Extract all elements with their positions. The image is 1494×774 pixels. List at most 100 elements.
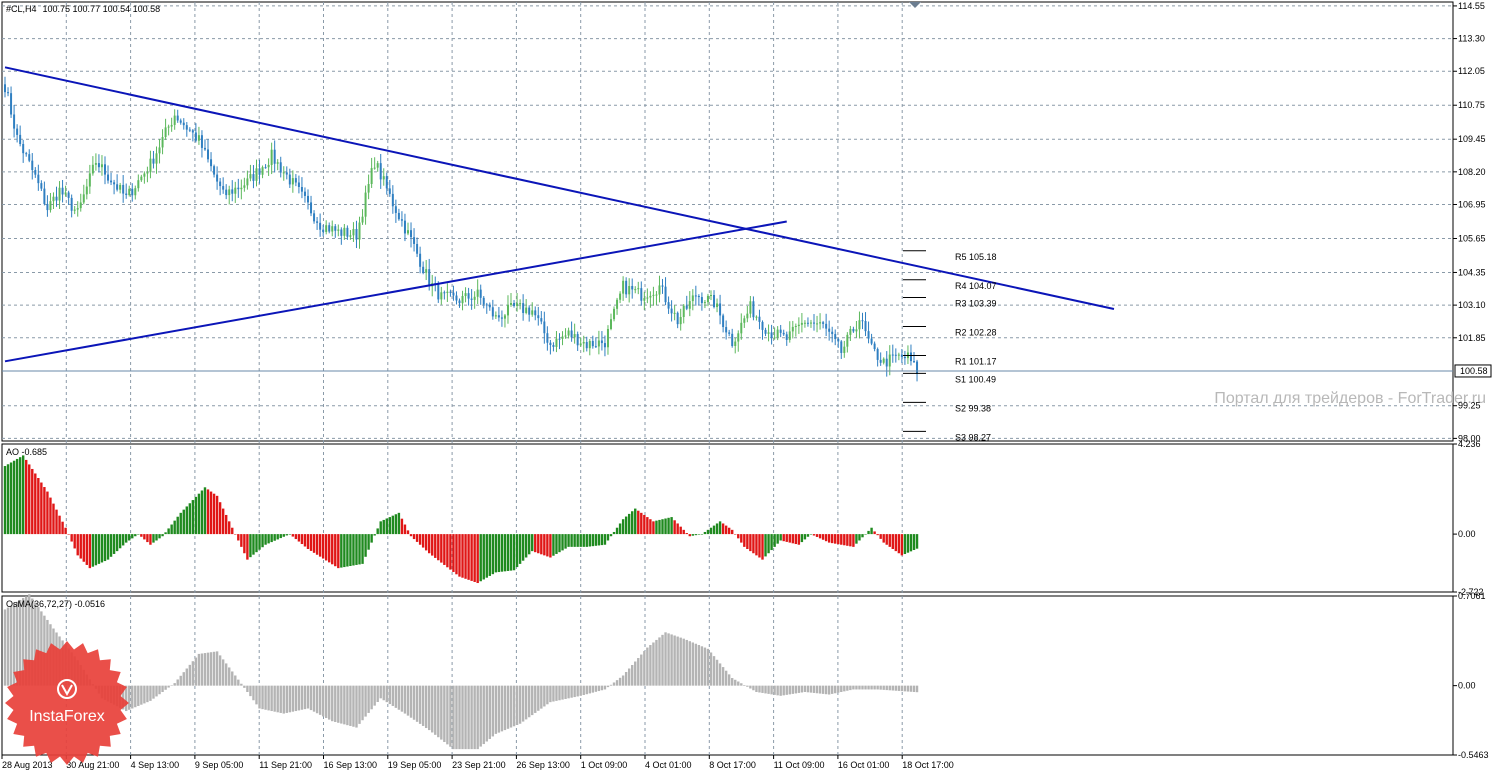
candle-body bbox=[870, 338, 873, 344]
ao-bar bbox=[228, 521, 231, 535]
candle bbox=[513, 300, 516, 308]
ao-bar bbox=[125, 534, 128, 543]
candle-body bbox=[709, 295, 712, 297]
osma-bar bbox=[267, 685, 270, 711]
candle-body bbox=[352, 228, 355, 236]
osma-bar bbox=[876, 685, 879, 690]
candle-body bbox=[552, 345, 555, 347]
osma-bar bbox=[670, 634, 673, 686]
candle bbox=[97, 154, 100, 173]
candle bbox=[461, 290, 464, 311]
candle bbox=[664, 277, 667, 306]
candle-body bbox=[219, 181, 222, 187]
osma-bar bbox=[818, 685, 822, 694]
candle-body bbox=[385, 176, 388, 189]
candle bbox=[146, 166, 149, 183]
ao-bar bbox=[909, 534, 913, 552]
osma-bar bbox=[200, 653, 204, 686]
candle-body bbox=[167, 126, 170, 128]
candle bbox=[661, 278, 664, 294]
candle-body bbox=[361, 216, 364, 223]
osma-bar bbox=[412, 685, 416, 720]
ao-panel bbox=[3, 455, 919, 584]
candle bbox=[343, 224, 346, 240]
candle-body bbox=[816, 323, 819, 325]
candle bbox=[488, 302, 491, 311]
candle bbox=[379, 154, 382, 189]
overlay: #CL,H4 100.75 100.77 100.54 100.58 AO -0.… bbox=[6, 4, 1486, 609]
osma-bar bbox=[194, 657, 198, 686]
osma-bar bbox=[682, 638, 685, 686]
time-tick-label: 18 Oct 17:00 bbox=[902, 760, 954, 770]
ao-bar bbox=[703, 531, 707, 535]
ao-bar bbox=[609, 534, 613, 537]
ao-bar bbox=[115, 534, 119, 552]
candle bbox=[494, 311, 497, 320]
candle bbox=[79, 193, 82, 212]
candle-body bbox=[455, 295, 458, 301]
ao-bar bbox=[788, 534, 791, 543]
candle bbox=[909, 344, 912, 366]
osma-bar bbox=[606, 685, 610, 688]
candle bbox=[643, 291, 646, 311]
osma-bar bbox=[391, 685, 395, 706]
candle-body bbox=[97, 163, 100, 168]
osma-bar bbox=[685, 639, 688, 686]
candle-body bbox=[425, 269, 428, 273]
candle bbox=[285, 166, 288, 180]
osma-bar bbox=[634, 661, 637, 686]
osma-bar bbox=[270, 685, 273, 712]
ao-bar bbox=[449, 534, 452, 570]
candle bbox=[191, 128, 194, 142]
candle-body bbox=[237, 187, 240, 190]
osma-bar bbox=[400, 685, 404, 712]
candle-body bbox=[76, 208, 79, 210]
osma-bar bbox=[588, 685, 591, 694]
ao-bar bbox=[724, 525, 728, 535]
candle bbox=[828, 320, 831, 341]
osma-bar bbox=[546, 685, 549, 705]
candle-body bbox=[706, 295, 709, 303]
candle-body bbox=[597, 340, 600, 347]
candle-body bbox=[885, 358, 888, 367]
ao-bar bbox=[664, 518, 667, 535]
candle-body bbox=[543, 321, 546, 334]
ao-bar bbox=[773, 534, 776, 547]
candle bbox=[822, 320, 825, 329]
candle-body bbox=[270, 149, 273, 165]
ao-bar bbox=[321, 534, 325, 559]
osma-bar bbox=[228, 667, 231, 686]
candle bbox=[358, 216, 361, 249]
candle-body bbox=[561, 336, 564, 339]
candle-body bbox=[279, 162, 282, 173]
candle-body bbox=[28, 154, 31, 161]
candle-body bbox=[513, 303, 516, 307]
ao-bar bbox=[573, 534, 576, 547]
ao-bar bbox=[467, 534, 470, 580]
candle-body bbox=[355, 228, 358, 240]
candle bbox=[25, 151, 28, 157]
osma-bar bbox=[824, 685, 828, 695]
osma-bar bbox=[915, 685, 919, 693]
candle bbox=[22, 139, 25, 163]
osma-bar bbox=[297, 685, 301, 711]
candle-body bbox=[588, 340, 591, 349]
candle bbox=[216, 166, 219, 190]
candle-body bbox=[61, 187, 64, 195]
candle-body bbox=[176, 115, 179, 121]
osma-tick-label: -0.5463 bbox=[1458, 750, 1489, 760]
osma-label: OsMA(36,72,27) -0.0516 bbox=[6, 599, 105, 609]
osma-bar bbox=[479, 685, 482, 747]
candle-body bbox=[113, 182, 116, 185]
ao-bar bbox=[397, 512, 401, 535]
ao-bar bbox=[140, 534, 143, 537]
ao-bar bbox=[861, 534, 864, 538]
time-tick-label: 19 Sep 05:00 bbox=[388, 760, 442, 770]
candle-body bbox=[46, 203, 49, 211]
candle bbox=[149, 150, 152, 179]
ao-bar bbox=[527, 534, 531, 555]
ao-bar bbox=[3, 466, 7, 535]
candle bbox=[813, 314, 816, 331]
candle-body bbox=[631, 286, 634, 290]
candle bbox=[310, 195, 313, 217]
